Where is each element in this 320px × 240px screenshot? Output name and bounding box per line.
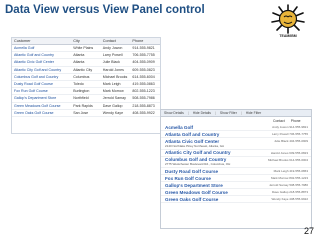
list-item[interactable]: Green Meadows Golf Course Dave Gallop 218… [161,189,311,196]
table-cell: Michael Brooks [100,73,131,81]
table-cell: Northfield [71,94,101,103]
table-cell: 508-555-7986 [130,94,160,103]
customer-link[interactable]: Columbus Golf and Country [12,73,72,81]
table-cell: 802-555-1223 [130,87,160,96]
list-item-contact: Larry Powell 706-555-7755 [271,132,308,136]
list-toolbar: Show Details | Hide Details | Show Filter | Hi… [161,110,311,117]
table-cell: White Plains [71,44,101,53]
table-row: Green Oaks Golf Course San Jose Wendy Kaye… [12,109,160,117]
toolbar-link[interactable]: Show Filter [220,111,237,115]
customer-link[interactable]: Atlantic Golf and Country [12,51,72,60]
list-item-contact: Dave Gallop 218-555-8873 [271,190,308,194]
table-cell: 408-555-9922 [130,109,160,117]
table-cell: Toledo [71,80,101,89]
toolbar-link[interactable]: Hide Details [193,111,211,115]
list-item-contact: Jerrold Samay 508-555-7986 [269,183,308,187]
list-item-contact: Mark Morrow 802-555-1223 [270,176,308,180]
table-row: Columbus Golf and Country Columbus Michael… [12,73,160,81]
logo-sun-icon [271,4,305,34]
table-cell: Jerrold Samay [100,94,131,103]
list-item[interactable]: Atlantic City Golf and Country Harold Jon… [161,150,311,157]
table-cell: Andy Juwon [100,44,131,53]
list-item-contact: Wendy Kaye 408-555-9922 [271,197,308,201]
list-item-contact: Julie Black 404-555-0909 [274,139,308,143]
list-item[interactable]: Dusty Road Golf Course Mark Leigh 419-555… [161,168,311,175]
table-cell: 914-555-9821 [130,44,160,53]
table-row: Gallop's Department Store Northfield Jerro… [12,94,160,103]
customer-link[interactable]: Dusty Road Golf Course [12,80,72,89]
table-cell: 404-555-0909 [130,58,160,67]
table-cell: San Jose [71,109,101,117]
page-number: 27 [303,226,314,236]
customer-link[interactable]: Atlantic Civic Golf Center [12,58,72,67]
table-cell: Wendy Kaye [100,109,131,117]
customer-link[interactable]: Atlantic City Golf and Country [12,66,72,74]
team-logo: TEAM/IBM [268,2,308,42]
table-cell: Mark Leigh [100,80,131,89]
table-cell: Burlington [71,87,101,96]
grid-body: Acmella Golf White Plains Andy Juwon 914-55… [12,44,160,117]
customer-link[interactable]: Fox Run Golf Course [12,87,72,96]
list-item[interactable]: Columbus Golf and Country 2775 Westcheste… [161,157,311,168]
table-cell: Mark Morrow [100,87,131,96]
table-cell: 706-555-7755 [130,51,160,60]
customer-link[interactable]: Gallop's Department Store [12,94,72,103]
list-item-contact: Michael Brooks 614-555-6004 [267,157,308,162]
logo-text: TEAM/IBM [279,34,297,38]
table-row: Green Meadows Golf Course Park Rapids Dave… [12,102,160,110]
table-cell: 614-555-6004 [130,73,160,81]
table-row: Atlantic Golf and Country Atlanta Larry Po… [12,51,160,60]
grid-view-panel: Customer City Contact Phone Acmella Golf Whi… [11,37,161,134]
list-item[interactable]: Atlanta Civic Golf Center 2140 Northlake … [161,138,311,150]
table-cell: 218-555-8873 [130,102,160,110]
list-column-header: Phone [290,119,301,123]
table-cell: Atlanta [71,51,101,60]
table-cell: 609-555-0823 [130,66,160,74]
table-row: Acmella Golf White Plains Andy Juwon 914-55… [12,44,160,53]
list-item-contact: Andy Juwon 914-555-9821 [272,125,308,129]
table-cell: Dave Gallop [100,102,131,110]
table-row: Atlantic Civic Golf Center Atlanta Julie B… [12,58,160,67]
table-cell: Atlanta [71,58,101,67]
table-cell: Larry Powell [100,51,131,60]
customer-link[interactable]: Green Meadows Golf Course [12,102,72,110]
toolbar-link[interactable]: Hide Filter [246,111,261,115]
list-item-address: 2140 Northlake Pkwy Northeast, Atlanta, … [165,143,225,148]
table-row: Atlantic City Golf and Country Atlantic C… [12,66,160,74]
list-header: Contact Phone [273,119,301,123]
list-item[interactable]: Green Oaks Golf Course Wendy Kaye 408-555… [161,196,311,203]
toolbar-separator: | [187,111,189,115]
table-row: Fox Run Golf Course Burlington Mark Morrow… [12,87,160,96]
table-cell: Julie Black [100,58,131,67]
customer-link[interactable]: Acmella Golf [12,44,72,53]
table-cell: Harold Jones [100,66,131,74]
list-item-contact: Harold Jones 609-555-0823 [270,150,308,155]
toolbar-separator: | [214,111,216,115]
list-item[interactable]: Fox Run Golf Course Mark Morrow 802-555-1… [161,175,311,182]
list-rows: Acmella Golf Andy Juwon 914-555-9821 Atlan… [161,124,311,203]
table-cell: 419-555-0863 [130,80,160,89]
list-item-address: 2775 Westchester Boulevard Rd., Columbus… [165,162,231,166]
table-cell: Park Rapids [71,102,101,110]
table-cell: Atlantic City [71,66,101,74]
toolbar-separator: | [240,111,242,115]
table-cell: Columbus [71,73,101,81]
slide-title: Data View versus View Panel control [5,4,205,16]
list-column-header: Contact [273,119,285,123]
list-item[interactable]: Gallop's Department Store Jerrold Samay 5… [161,182,311,189]
list-item-contact: Mark Leigh 419-555-0863 [273,169,308,173]
list-item[interactable]: Atlanta Golf and Country Larry Powell 706… [161,131,311,138]
list-view-panel: Show Details | Hide Details | Show Filter | Hi… [160,109,312,229]
table-row: Dusty Road Golf Course Toledo Mark Leigh 41… [12,80,160,89]
list-item[interactable]: Acmella Golf Andy Juwon 914-555-9821 [161,124,311,131]
toolbar-link[interactable]: Show Details [164,111,184,115]
grid-view-table: Customer City Contact Phone Acmella Golf Whi… [12,38,160,117]
customer-link[interactable]: Green Oaks Golf Course [12,109,72,117]
